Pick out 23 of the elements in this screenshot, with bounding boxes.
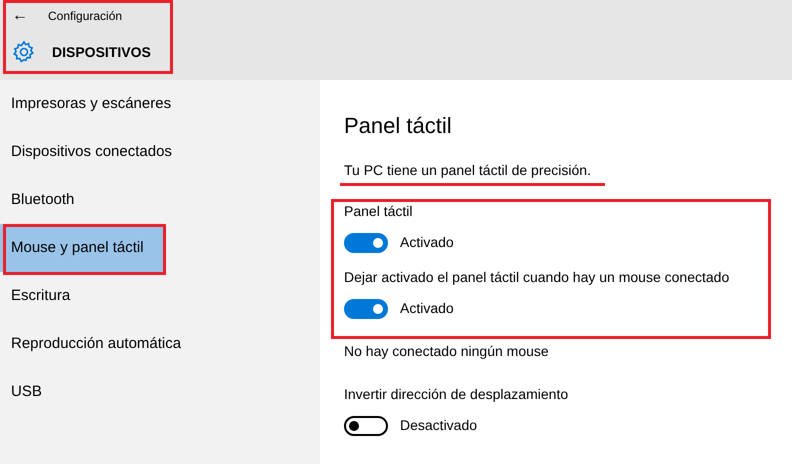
sidebar-item[interactable]: Mouse y panel táctil (0, 224, 165, 272)
toggle-state: Desactivado (400, 416, 478, 435)
setting-label: Panel táctil (344, 202, 414, 221)
toggle-state: Activado (400, 233, 454, 252)
window-title: Configuración (48, 8, 122, 25)
sidebar-item[interactable]: Bluetooth (0, 176, 320, 224)
sidebar-item[interactable]: Reproducción automática (0, 320, 320, 368)
sidebar-item[interactable]: Impresoras y escáneres (0, 80, 320, 128)
setting-label: Invertir dirección de desplazamiento (344, 385, 570, 404)
settings-icon (12, 40, 36, 64)
toggle-switch[interactable] (344, 416, 388, 436)
setting-label: Dejar activado el panel táctil cuando hay un mouse conectado (344, 268, 730, 287)
back-button[interactable]: ← (12, 8, 28, 24)
section-title: DISPOSITIVOS (52, 42, 151, 62)
status-text: No hay conectado ningún mouse (344, 342, 550, 361)
toggle-switch[interactable] (344, 298, 388, 318)
page-title: Panel táctil (344, 112, 453, 140)
sidebar-item[interactable]: Dispositivos conectados (0, 128, 320, 176)
toggle-state: Activado (400, 299, 454, 318)
sidebar-item[interactable]: Escritura (0, 272, 320, 320)
info-text: Tu PC tiene un panel táctil de precisión. (344, 162, 591, 179)
sidebar-item[interactable]: USB (0, 368, 320, 416)
toggle-switch[interactable] (344, 232, 388, 252)
